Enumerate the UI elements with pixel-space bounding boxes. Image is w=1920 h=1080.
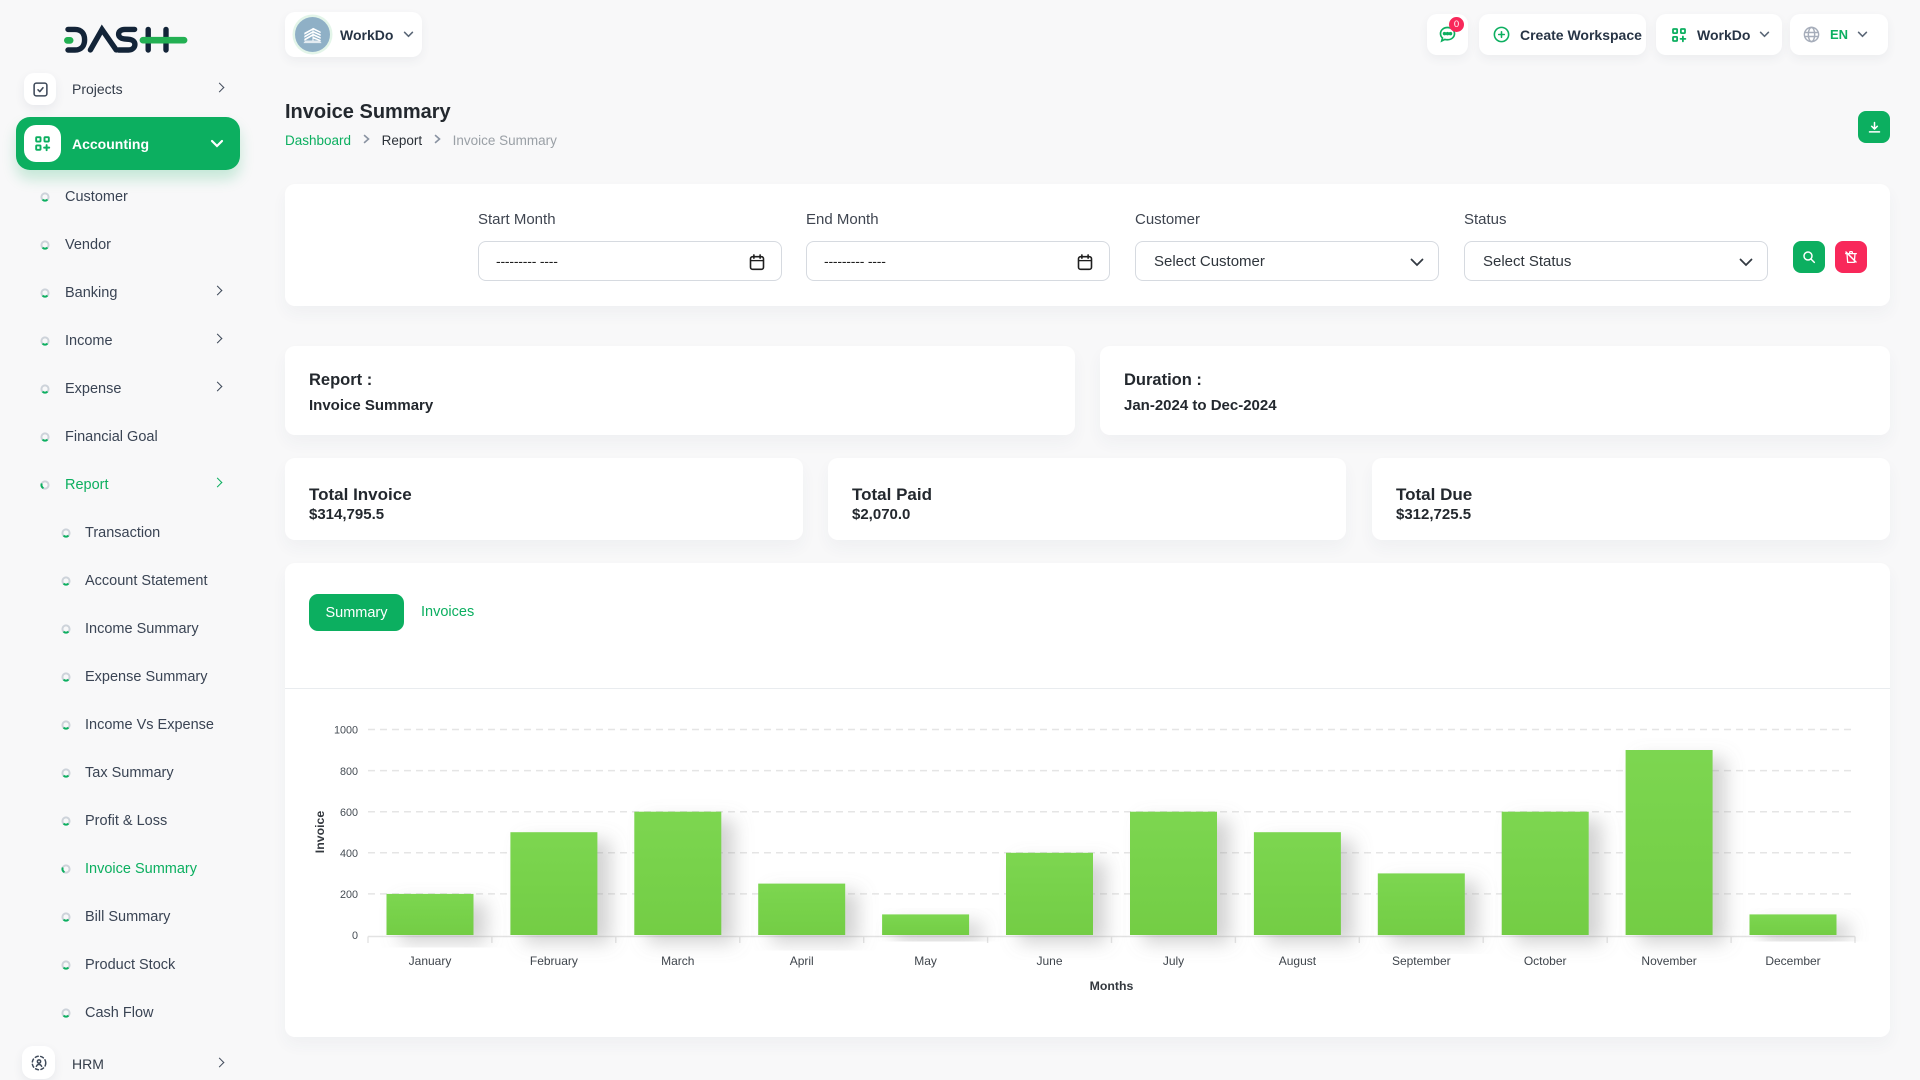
svg-text:August: August — [1279, 954, 1317, 968]
svg-text:March: March — [661, 954, 694, 968]
svg-text:April: April — [790, 954, 814, 968]
svg-text:July: July — [1163, 954, 1184, 968]
svg-text:Invoice: Invoice — [313, 811, 327, 854]
svg-text:February: February — [530, 954, 578, 968]
svg-text:January: January — [409, 954, 452, 968]
svg-text:Months: Months — [1090, 979, 1134, 993]
svg-text:June: June — [1036, 954, 1062, 968]
svg-text:200: 200 — [340, 889, 358, 901]
svg-text:600: 600 — [340, 807, 358, 819]
svg-text:November: November — [1641, 954, 1696, 968]
svg-text:October: October — [1524, 954, 1567, 968]
svg-text:800: 800 — [340, 766, 358, 778]
svg-text:September: September — [1392, 954, 1451, 968]
svg-text:May: May — [914, 954, 937, 968]
svg-text:0: 0 — [352, 930, 358, 942]
svg-text:1000: 1000 — [334, 725, 358, 737]
svg-text:400: 400 — [340, 848, 358, 860]
svg-text:December: December — [1765, 954, 1820, 968]
